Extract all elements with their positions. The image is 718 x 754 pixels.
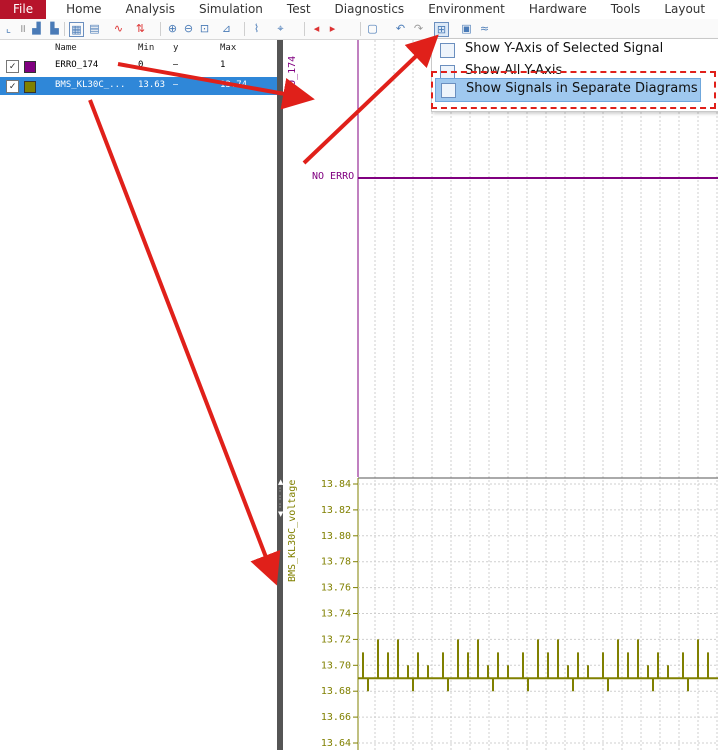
signal-max: 1 [220, 60, 226, 70]
fit-icon[interactable]: ⌞ [2, 22, 15, 35]
redo-icon[interactable]: ↷ [412, 22, 425, 35]
y-tick-label: 13.74 [321, 609, 351, 620]
export-icon[interactable]: ▣ [460, 22, 473, 35]
signal-min: 13.63 [138, 80, 166, 90]
header-min[interactable]: Min [138, 43, 154, 53]
pause-icon[interactable]: ॥ [16, 22, 29, 35]
signal-y: – [173, 80, 179, 90]
menu-label: Show Y-Axis of Selected Signal [465, 41, 664, 56]
play-icon[interactable]: ▸ [326, 22, 339, 35]
bms-voltage-axis-label: BMS_KL30C_voltage [287, 479, 298, 582]
y-tick-label: 13.76 [321, 583, 351, 594]
color-swatch[interactable] [24, 61, 36, 73]
checkbox-icon[interactable]: ✓ [6, 80, 19, 93]
toolbar-separator [160, 22, 161, 36]
header-max[interactable]: Max [220, 43, 236, 53]
header-y[interactable]: y [173, 43, 178, 53]
menu-home[interactable]: Home [54, 0, 113, 19]
signal-options-icon[interactable]: ≈ [478, 22, 491, 35]
menu-bar: File Home Analysis Simulation Test Diagn… [0, 0, 718, 19]
menu-simulation[interactable]: Simulation [187, 0, 275, 19]
y-tick-label: 13.66 [321, 712, 351, 723]
y-tick-label: 13.72 [321, 634, 351, 645]
menu-environment[interactable]: Environment [416, 0, 517, 19]
signal-max: 13.74 [220, 80, 248, 90]
zoom-in-icon[interactable]: ⊕ [166, 22, 179, 35]
y-tick-label: 13.68 [321, 686, 351, 697]
signal-row-erro[interactable]: ✓ ERRO_174 0 – 1 [0, 57, 277, 74]
cursor-icon[interactable]: ⌖ [274, 22, 287, 35]
axis-icon[interactable]: ⊿ [220, 22, 233, 35]
layout-icon[interactable]: ▦ [69, 22, 84, 37]
toolbar: ⌞ ॥ ▟ ▙ ▦ ▤ ∿ ⇅ ⊕ ⊖ ⊡ ⊿ ⌇ ⌖ ◂ ▸ ▢ ↶ ↷ ⊞ … [0, 19, 718, 40]
menu-file[interactable]: File [0, 0, 47, 19]
menu-test[interactable]: Test [275, 0, 323, 19]
checkbox-icon[interactable]: ✓ [6, 60, 19, 73]
signal-min: 0 [138, 60, 144, 70]
y-tick-label: 13.64 [321, 738, 351, 749]
color-swatch[interactable] [24, 81, 36, 93]
window-icon[interactable]: ▢ [366, 22, 379, 35]
toolbar-separator [304, 22, 305, 36]
plot-svg: 13.84 13.82 13.80 13.78 13.76 13.74 13.72 13.70… [321, 40, 718, 750]
undo-icon[interactable]: ↶ [394, 22, 407, 35]
zoom-fit-icon[interactable]: ⊡ [198, 22, 211, 35]
toolbar-separator [244, 22, 245, 36]
marker-icon[interactable]: ⇅ [134, 22, 147, 35]
zoom-out-icon[interactable]: ⊖ [182, 22, 195, 35]
menu-hardware[interactable]: Hardware [517, 0, 599, 19]
toolbar-separator [360, 22, 361, 36]
y-axis-icon [440, 43, 455, 58]
menu-layout[interactable]: Layout [652, 0, 717, 19]
signal-table-header: Name Min y Max [0, 40, 277, 57]
header-name[interactable]: Name [55, 43, 77, 53]
menu-tools[interactable]: Tools [599, 0, 653, 19]
graph-icon[interactable]: ▙ [48, 22, 61, 35]
y-tick-label: 13.80 [321, 531, 351, 542]
y-tick-label: 13.82 [321, 505, 351, 516]
signal-list-panel: Name Min y Max ✓ ERRO_174 0 – 1 ✓ BMS_KL… [0, 40, 277, 750]
y-tick-label: 13.78 [321, 557, 351, 568]
toolbar-separator [64, 22, 65, 36]
signal-wave-icon[interactable]: ∿ [112, 22, 125, 35]
measure-icon[interactable]: ⌇ [250, 22, 263, 35]
prev-icon[interactable]: ◂ [310, 22, 323, 35]
menu-show-y-axis-selected[interactable]: Show Y-Axis of Selected Signal [432, 39, 718, 61]
diagram-icon[interactable]: ▤ [88, 22, 101, 35]
y-tick-label: 13.70 [321, 660, 351, 671]
signal-name: ERRO_174 [55, 60, 99, 70]
y-tick-label: 13.84 [321, 479, 351, 490]
signal-row-bms-voltage[interactable]: ✓ BMS_KL30C_... 13.63 – 13.74 [0, 77, 277, 95]
signal-y: – [173, 60, 179, 70]
no-error-label: NO ERRO [312, 171, 355, 182]
erro-axis-label: ERRO_174 [287, 55, 298, 104]
menu-analysis[interactable]: Analysis [114, 0, 187, 19]
menu-diagnostics[interactable]: Diagnostics [323, 0, 417, 19]
signal-name: BMS_KL30C_... [55, 80, 126, 90]
plot-area[interactable]: 13.84 13.82 13.80 13.78 13.76 13.74 13.72 13.70… [283, 40, 718, 750]
splitter-grip-icon[interactable]: ▲ ∶ ∶ ∶ ▼ [278, 478, 283, 518]
chart-icon[interactable]: ▟ [30, 22, 43, 35]
y-axis-options-icon[interactable]: ⊞ [434, 22, 449, 37]
highlight-box [431, 71, 716, 109]
